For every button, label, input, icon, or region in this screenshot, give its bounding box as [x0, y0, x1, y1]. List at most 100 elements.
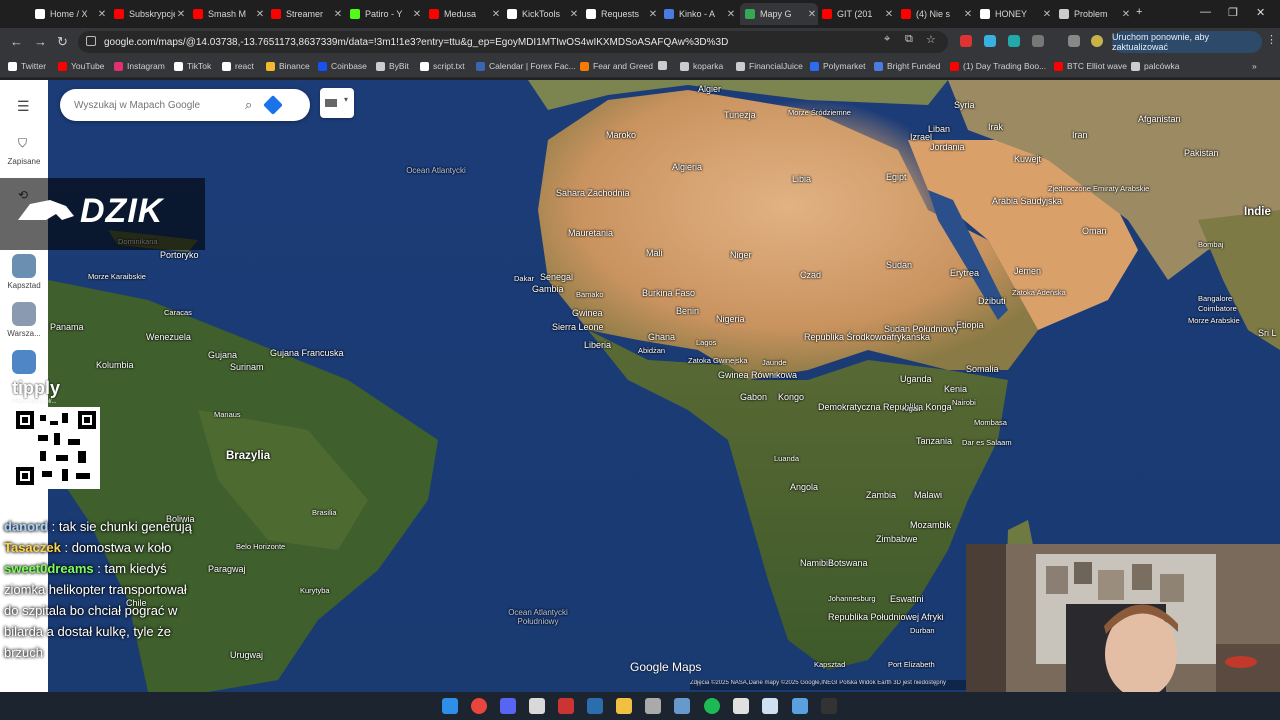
map-place-label[interactable]: Iran [1072, 130, 1088, 140]
extension-icon[interactable] [960, 35, 972, 47]
notepad-icon[interactable] [762, 698, 778, 714]
map-place-label[interactable]: Angola [790, 482, 818, 492]
map-place-label[interactable]: Bangalore [1198, 294, 1232, 303]
map-place-label[interactable]: Czad [800, 270, 821, 280]
photos-icon[interactable] [792, 698, 808, 714]
bookmark-item[interactable]: YouTube [58, 61, 104, 71]
map-place-label[interactable]: Niger [730, 250, 752, 260]
tab-close-icon[interactable]: ✕ [883, 9, 895, 20]
menu-kebab-icon[interactable]: ⋮ [1266, 33, 1277, 46]
bookmark-item[interactable]: Twitter [8, 61, 46, 71]
map-place-label[interactable]: Abidżan [638, 346, 665, 355]
bookmark-item[interactable]: palcówka [1131, 61, 1179, 71]
chevron-down-icon[interactable]: ▾ [344, 95, 348, 104]
tab-close-icon[interactable]: ✕ [1041, 9, 1053, 20]
app-icon[interactable] [674, 698, 690, 714]
map-place-label[interactable]: Gwinea [572, 308, 603, 318]
map-place-label[interactable]: Afganistan [1138, 114, 1181, 124]
map-place-label[interactable]: Belo Horizonte [236, 542, 285, 551]
map-place-label[interactable]: Zjednoczone Emiraty Arabskie [1048, 184, 1149, 193]
browser-tab[interactable]: HONEY ✕ [975, 3, 1053, 25]
search-input[interactable] [74, 99, 239, 111]
map-place-label[interactable]: Mozambik [910, 520, 951, 530]
browser-tab[interactable]: Patiro - Y ✕ [345, 3, 423, 25]
recent-thumbnail[interactable] [12, 350, 36, 374]
browser-tab[interactable]: Streamer ✕ [266, 3, 344, 25]
map-place-label[interactable]: Jemen [1014, 266, 1041, 276]
chrome-icon[interactable] [471, 698, 487, 714]
map-place-label[interactable]: Irak [988, 122, 1003, 132]
tab-close-icon[interactable]: ✕ [725, 9, 737, 20]
browser-tab[interactable]: Problem ✕ [1054, 3, 1132, 25]
tab-close-icon[interactable]: ✕ [490, 9, 502, 20]
tab-close-icon[interactable]: ✕ [332, 9, 344, 20]
terminal-icon[interactable] [821, 698, 837, 714]
map-place-label[interactable]: Jordania [930, 142, 965, 152]
map-place-label[interactable]: Gwinea Równikowa [718, 370, 797, 380]
close-window-icon[interactable]: ✕ [1256, 6, 1265, 19]
map-place-label[interactable]: Liberia [584, 340, 611, 350]
map-place-label[interactable]: Mombasa [974, 418, 1007, 427]
map-place-label[interactable]: Kolumbia [96, 360, 134, 370]
tab-close-icon[interactable]: ✕ [411, 9, 423, 20]
bookmark-icon[interactable]: ⛉ [18, 136, 27, 151]
bookmark-item[interactable]: Coinbase [318, 61, 367, 71]
map-place-label[interactable]: Uganda [900, 374, 932, 384]
tab-close-icon[interactable]: ✕ [1120, 9, 1132, 20]
tab-close-icon[interactable]: ✕ [254, 9, 266, 20]
map-place-label[interactable]: Syria [954, 100, 975, 110]
map-place-label[interactable]: Brasilia [312, 508, 337, 517]
map-place-label[interactable]: Etiopia [956, 320, 984, 330]
browser-tab[interactable]: Home / X ✕ [30, 3, 108, 25]
map-place-label[interactable]: Gabon [740, 392, 767, 402]
recent-place-label[interactable]: Kapsztad [0, 281, 48, 290]
maps-search-box[interactable]: ⌕ [60, 89, 310, 121]
map-place-label[interactable]: Tunezja [724, 110, 756, 120]
map-place-label[interactable]: Kurytyba [300, 586, 330, 595]
map-place-label[interactable]: Kuwejt [1014, 154, 1041, 164]
map-place-label[interactable]: Tanzania [916, 436, 952, 446]
bookmark-item[interactable]: Binance [266, 61, 310, 71]
bookmark-item[interactable]: script.txt [420, 61, 465, 71]
map-place-label[interactable]: Sudan Południowy [884, 324, 959, 334]
recent-place-label[interactable]: Warsza... [0, 329, 48, 338]
map-place-label[interactable]: Sri L [1258, 328, 1277, 338]
map-place-label[interactable]: Ghana [648, 332, 675, 342]
bookmark-item[interactable]: TikTok [174, 61, 211, 71]
browser-tab[interactable]: Smash M ✕ [188, 3, 266, 25]
map-place-label[interactable]: Ocean Atlantycki [406, 166, 466, 175]
map-place-label[interactable]: Gambia [532, 284, 564, 294]
bookmark-item[interactable]: ByBit [376, 61, 409, 71]
search-icon[interactable]: ⌕ [245, 97, 252, 113]
bookmark-item[interactable]: Polymarket [810, 61, 866, 71]
map-place-label[interactable]: Sahara Zachodnia [556, 188, 630, 198]
map-place-label[interactable]: Burkina Faso [642, 288, 695, 298]
app-icon[interactable] [558, 698, 574, 714]
browser-tab[interactable]: Subskrypcje ✕ [109, 3, 187, 25]
map-place-label[interactable]: Dakar [514, 274, 534, 283]
map-place-label[interactable]: Gujana Francuska [270, 348, 344, 358]
browser-tab[interactable]: GIT (201 ✕ [817, 3, 895, 25]
map-place-label[interactable]: Botswana [828, 558, 868, 568]
map-place-label[interactable]: Arabia Saudyjska [992, 196, 1062, 206]
bookmark-item[interactable]: Calendar | Forex Fac... [476, 61, 576, 71]
browser-tab[interactable]: (4) Nie s ✕ [896, 3, 974, 25]
map-place-label[interactable]: Morze Arabskie [1188, 316, 1240, 325]
map-place-label[interactable]: Portoryko [160, 250, 199, 260]
map-place-label[interactable]: Pakistan [1184, 148, 1219, 158]
forward-icon[interactable]: → [34, 34, 47, 49]
map-place-label[interactable]: Somalia [966, 364, 999, 374]
profile-avatar[interactable] [1091, 35, 1103, 47]
install-icon[interactable]: ⧉ [905, 33, 913, 46]
map-place-label[interactable]: Bamako [576, 290, 604, 299]
back-icon[interactable]: ← [10, 34, 23, 49]
map-place-label[interactable]: Lagos [696, 338, 716, 347]
map-place-label[interactable]: Indie [1244, 206, 1271, 218]
steam-icon[interactable] [587, 698, 603, 714]
bookmark-star-icon[interactable]: ☆ [926, 33, 936, 46]
map-place-label[interactable]: Nairobi [952, 398, 976, 407]
start-icon[interactable] [442, 698, 458, 714]
extension-icon[interactable] [1008, 35, 1020, 47]
app-icon[interactable] [733, 698, 749, 714]
map-place-label[interactable]: Urugwaj [230, 650, 263, 660]
